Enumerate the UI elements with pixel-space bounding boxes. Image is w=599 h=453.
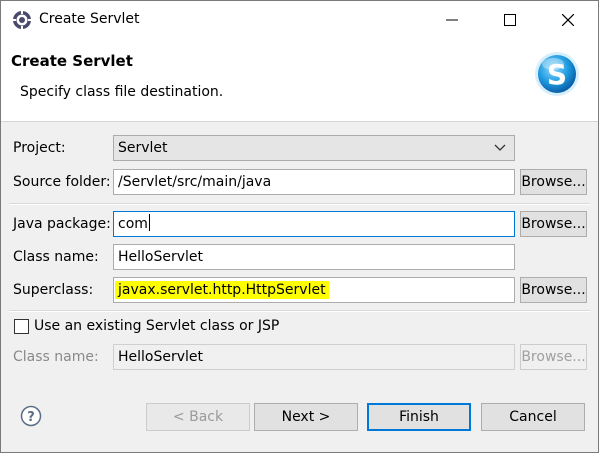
create-servlet-dialog: Create Servlet Create Servlet Specify cl… [0,0,599,453]
java-package-browse-button[interactable]: Browse... [520,211,587,237]
project-combo[interactable]: Servlet [113,135,515,161]
superclass-value: javax.servlet.http.HttpServlet [115,281,329,299]
existing-class-name-label: Class name: [13,349,99,365]
window-title: Create Servlet [39,11,140,27]
source-folder-input[interactable]: /Servlet/src/main/java [113,169,515,195]
maximize-icon [504,14,516,26]
text-caret [148,214,150,231]
project-value: Servlet [118,140,168,156]
eclipse-gear-icon [12,10,32,30]
wizard-title: Create Servlet [11,52,133,70]
svg-text:?: ? [27,410,35,425]
existing-class-browse-button: Browse... [520,344,587,370]
java-package-input[interactable]: com [113,211,515,237]
question-circle-icon[interactable]: ? [20,405,42,427]
maximize-button[interactable] [481,1,539,39]
wizard-description: Specify class file destination. [20,84,224,100]
java-package-label: Java package: [13,216,111,232]
svg-text:S: S [547,58,567,91]
close-button[interactable] [539,1,597,39]
finish-button[interactable]: Finish [367,403,471,431]
source-folder-label: Source folder: [13,174,111,190]
servlet-s-logo-icon: S [535,52,579,96]
separator [9,203,590,205]
cancel-button[interactable]: Cancel [481,403,585,431]
existing-class-name-input: HelloServlet [113,344,515,370]
class-name-value: HelloServlet [118,249,204,265]
title-bar: Create Servlet [1,1,598,39]
java-package-value: com [118,216,148,232]
minimize-icon [446,19,458,21]
project-label: Project: [13,140,66,156]
wizard-banner: Create Servlet Specify class file destin… [1,39,598,122]
source-folder-value: /Servlet/src/main/java [118,174,272,190]
close-icon [562,14,574,26]
superclass-input[interactable]: javax.servlet.http.HttpServlet [113,277,515,303]
chevron-down-icon [494,144,506,151]
existing-class-name-value: HelloServlet [118,349,204,365]
use-existing-checkbox[interactable] [14,319,29,334]
minimize-button[interactable] [423,1,481,39]
back-button: < Back [146,403,250,431]
use-existing-label: Use an existing Servlet class or JSP [34,318,280,334]
source-folder-browse-button[interactable]: Browse... [520,169,587,195]
separator [9,310,590,312]
superclass-browse-button[interactable]: Browse... [520,277,587,303]
next-button[interactable]: Next > [254,403,358,431]
class-name-label: Class name: [13,249,99,265]
superclass-label: Superclass: [13,282,94,298]
class-name-input[interactable]: HelloServlet [113,244,515,270]
